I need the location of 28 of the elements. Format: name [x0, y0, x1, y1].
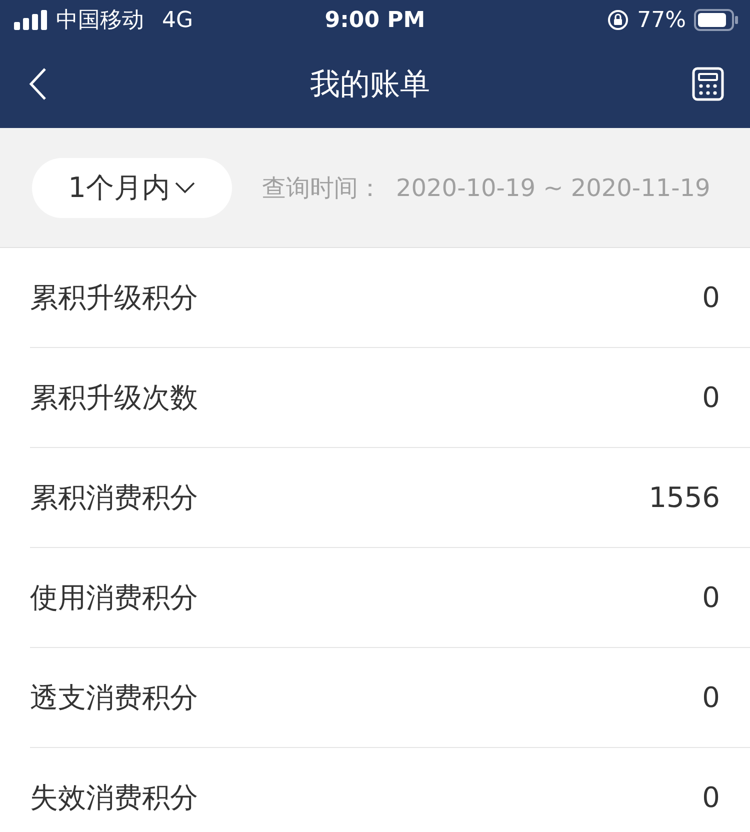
back-button[interactable]	[28, 67, 48, 101]
item-label: 使用消费积分	[30, 580, 198, 616]
item-value: 0	[702, 781, 720, 814]
battery-percent: 77%	[637, 8, 686, 32]
battery-icon	[694, 9, 738, 31]
period-dropdown[interactable]: 1个月内	[32, 158, 232, 218]
back-icon	[28, 67, 48, 101]
item-label: 失效消费积分	[30, 780, 198, 816]
item-value: 0	[702, 681, 720, 714]
item-label: 透支消费积分	[30, 680, 198, 716]
calculator-button[interactable]	[692, 67, 724, 101]
item-value: 0	[702, 281, 720, 314]
network-type: 4G	[162, 8, 194, 32]
carrier-name: 中国移动	[56, 7, 144, 35]
item-value: 1556	[648, 481, 720, 514]
item-label: 累积升级积分	[30, 280, 198, 316]
calculator-icon	[692, 67, 724, 101]
item-value: 0	[702, 381, 720, 414]
signal-icon	[14, 10, 48, 30]
item-label: 累积消费积分	[30, 480, 198, 516]
item-label: 累积升级次数	[30, 380, 198, 416]
page-title: 我的账单	[310, 66, 430, 104]
date-range: 2020-10-19 ~ 2020-11-19	[396, 174, 710, 202]
query-label: 查询时间：	[262, 172, 382, 204]
status-time: 9:00 PM	[324, 8, 426, 32]
rotation-lock-icon	[607, 9, 630, 31]
item-value: 0	[702, 581, 720, 614]
chevron-down-icon	[174, 180, 196, 194]
